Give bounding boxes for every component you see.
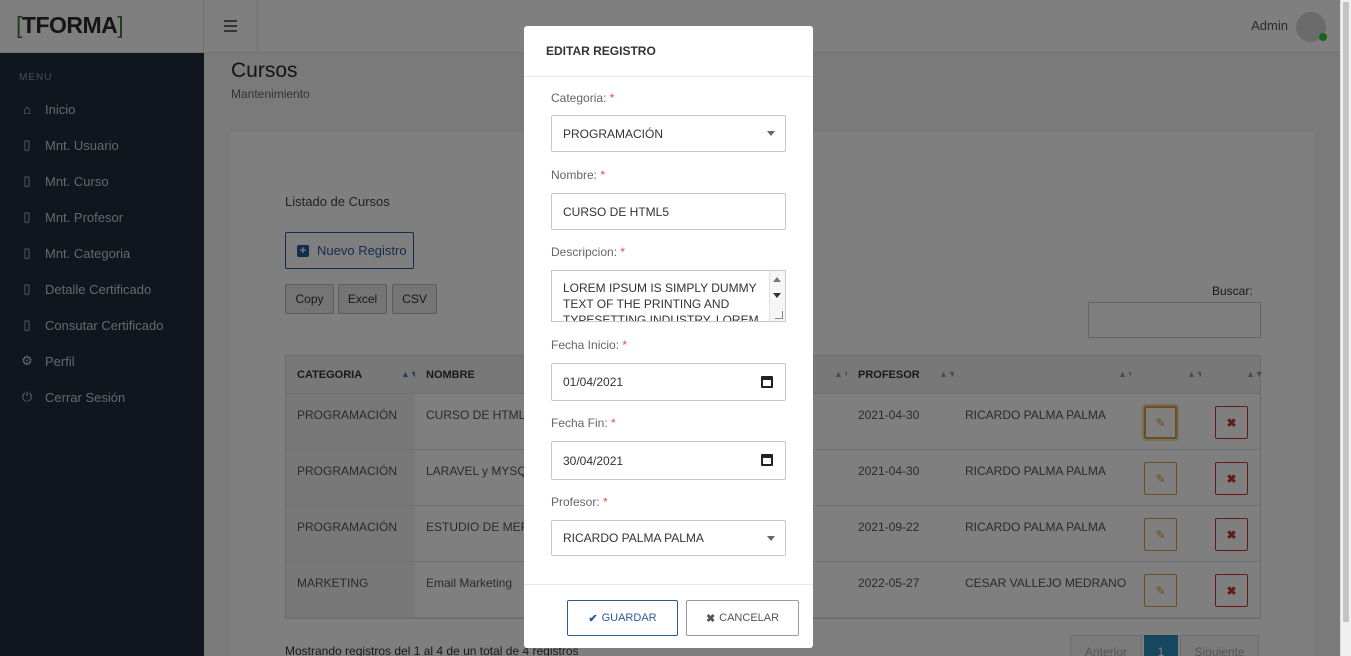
profesor-label: Profesor: *: [551, 495, 608, 509]
save-button[interactable]: ✔ GUARDAR: [567, 600, 678, 636]
descripcion-label: Descripcion: *: [551, 245, 626, 259]
scroll-up-icon: [773, 277, 781, 282]
calendar-icon[interactable]: [761, 376, 773, 388]
categoria-label: Categoria: *: [551, 91, 615, 105]
chevron-down-icon: [767, 131, 775, 136]
resize-grip-icon[interactable]: [775, 311, 783, 319]
fecha-fin-label: Fecha Fin: *: [551, 416, 616, 430]
profesor-select[interactable]: RICARDO PALMA PALMA: [551, 520, 786, 556]
cancel-button[interactable]: ✖ CANCELAR: [686, 600, 799, 636]
chevron-down-icon: [767, 536, 775, 541]
descripcion-textarea[interactable]: Lorem Ipsum is simply dummy text of the …: [551, 270, 786, 322]
fecha-inicio-label: Fecha Inicio: *: [551, 338, 628, 352]
check-icon: ✔: [588, 612, 598, 625]
calendar-icon[interactable]: [761, 454, 773, 466]
categoria-select[interactable]: PROGRAMACIÓN: [551, 115, 786, 152]
close-icon: ✖: [705, 612, 716, 625]
page-scrollbar[interactable]: [1340, 0, 1351, 656]
modal-title: EDITAR REGISTRO: [546, 44, 656, 58]
modal-footer: ✔ GUARDAR ✖ CANCELAR: [524, 584, 813, 648]
fecha-inicio-input[interactable]: 01/04/2021: [551, 363, 786, 401]
nombre-label: Nombre: *: [551, 168, 606, 182]
scroll-down-icon: [773, 293, 781, 298]
modal-header: EDITAR REGISTRO: [524, 26, 813, 77]
edit-record-modal: EDITAR REGISTRO Categoria: * PROGRAMACIÓ…: [524, 26, 813, 648]
nombre-input[interactable]: CURSO DE HTML5: [551, 193, 786, 230]
fecha-fin-input[interactable]: 30/04/2021: [551, 441, 786, 480]
